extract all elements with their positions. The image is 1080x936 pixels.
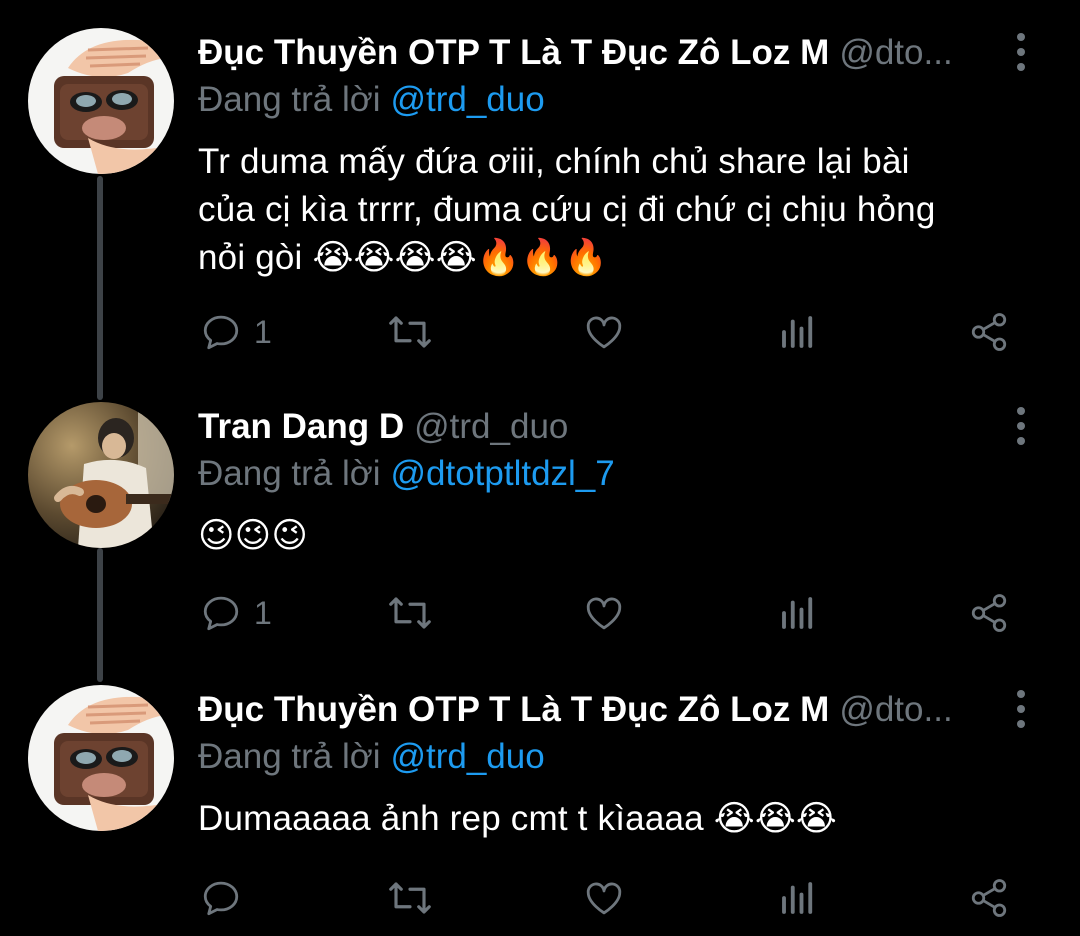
- like-button[interactable]: [582, 307, 626, 357]
- replying-to-handle[interactable]: @trd_duo: [390, 80, 544, 119]
- user-handle[interactable]: @dto...: [839, 33, 952, 72]
- replying-to: Đang trả lời @dtotptltdzl_7: [198, 449, 615, 499]
- tweet-text: Tr duma mấy đứa ơiii, chính chủ share lạ…: [198, 142, 936, 277]
- replying-to: Đang trả lời @trd_duo: [198, 732, 545, 782]
- analytics-icon: [778, 877, 818, 919]
- share-button[interactable]: [968, 307, 1010, 357]
- tweet-header: Đục Thuyền OTP T Là T Đục Zô Loz M @dto..…: [198, 685, 998, 735]
- display-name[interactable]: Đục Thuyền OTP T Là T Đục Zô Loz M: [198, 33, 829, 72]
- replying-to-label: Đang trả lời: [198, 454, 381, 493]
- share-icon: [968, 592, 1010, 634]
- reply-button[interactable]: 1: [200, 588, 272, 638]
- analytics-icon: [778, 311, 818, 353]
- share-icon: [968, 311, 1010, 353]
- display-name[interactable]: Tran Dang D: [198, 407, 404, 446]
- more-options-icon[interactable]: [1010, 404, 1032, 448]
- retweet-icon: [387, 592, 433, 634]
- user-handle[interactable]: @dto...: [839, 690, 952, 729]
- retweet-icon: [387, 877, 433, 919]
- reply-button[interactable]: 1: [200, 307, 272, 357]
- tweet-item[interactable]: Đục Thuyền OTP T Là T Đục Zô Loz M @dto..…: [0, 28, 1080, 358]
- reply-thread: Đục Thuyền OTP T Là T Đục Zô Loz M @dto..…: [0, 0, 1080, 936]
- tweet-actions: 1: [0, 307, 1080, 357]
- reply-count: 1: [254, 595, 272, 631]
- tweet-text: 😉😉😉: [198, 516, 309, 555]
- share-icon: [968, 877, 1010, 919]
- replying-to-label: Đang trả lời: [198, 737, 381, 776]
- avatar[interactable]: [28, 685, 174, 831]
- retweet-icon: [387, 311, 433, 353]
- replying-to: Đang trả lời @trd_duo: [198, 75, 545, 125]
- tweet-text: Dumaaaaa ảnh rep cmt t kìaaaa 😭😭😭: [198, 799, 838, 838]
- replying-to-handle[interactable]: @trd_duo: [390, 737, 544, 776]
- heart-icon: [582, 877, 626, 919]
- tweet-item[interactable]: Đục Thuyền OTP T Là T Đục Zô Loz M @dto..…: [0, 685, 1080, 935]
- like-button[interactable]: [582, 873, 626, 923]
- retweet-button[interactable]: [387, 588, 433, 638]
- tweet-header: Tran Dang D @trd_duo: [198, 402, 998, 452]
- heart-icon: [582, 311, 626, 353]
- analytics-button[interactable]: [778, 873, 818, 923]
- more-options-icon[interactable]: [1010, 30, 1032, 74]
- share-button[interactable]: [968, 873, 1010, 923]
- tweet-actions: [0, 873, 1080, 923]
- tweet-actions: 1: [0, 588, 1080, 638]
- analytics-button[interactable]: [778, 307, 818, 357]
- analytics-button[interactable]: [778, 588, 818, 638]
- more-options-icon[interactable]: [1010, 687, 1032, 731]
- tweet-header: Đục Thuyền OTP T Là T Đục Zô Loz M @dto..…: [198, 28, 998, 78]
- reply-button[interactable]: [200, 873, 254, 923]
- share-button[interactable]: [968, 588, 1010, 638]
- reply-icon: [200, 877, 242, 919]
- reply-icon: [200, 592, 242, 634]
- retweet-button[interactable]: [387, 307, 433, 357]
- replying-to-label: Đang trả lời: [198, 80, 381, 119]
- avatar[interactable]: [28, 28, 174, 174]
- analytics-icon: [778, 592, 818, 634]
- avatar[interactable]: [28, 402, 174, 548]
- display-name[interactable]: Đục Thuyền OTP T Là T Đục Zô Loz M: [198, 690, 829, 729]
- tweet-item[interactable]: Tran Dang D @trd_duo Đang trả lời @dtotptl…: [0, 402, 1080, 652]
- retweet-button[interactable]: [387, 873, 433, 923]
- reply-icon: [200, 311, 242, 353]
- like-button[interactable]: [582, 588, 626, 638]
- reply-count: 1: [254, 314, 272, 350]
- replying-to-handle[interactable]: @dtotptltdzl_7: [390, 454, 614, 493]
- user-handle[interactable]: @trd_duo: [414, 407, 568, 446]
- heart-icon: [582, 592, 626, 634]
